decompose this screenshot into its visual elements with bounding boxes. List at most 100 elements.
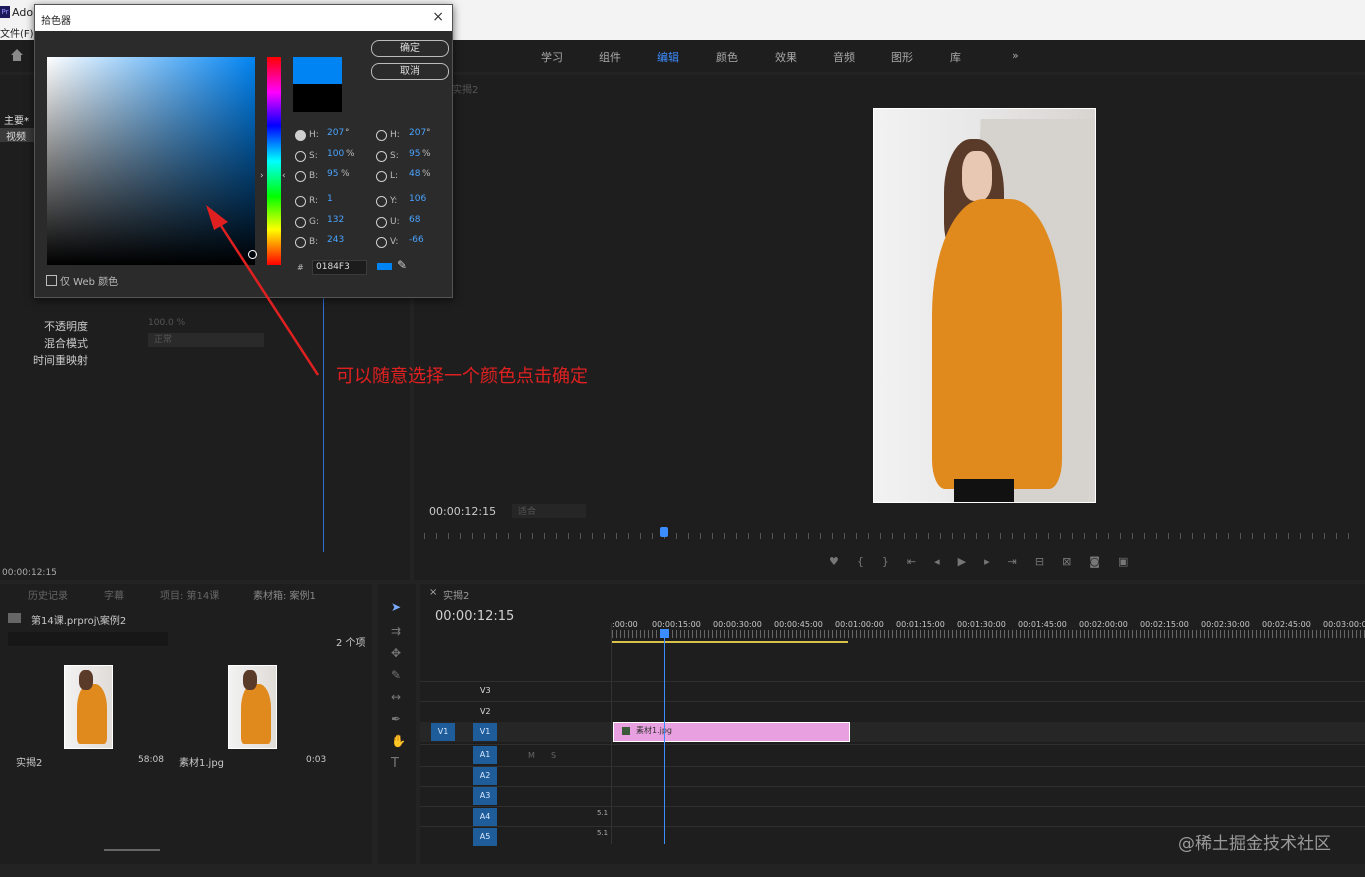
web-only-checkbox[interactable] — [46, 275, 57, 286]
rgb-b-input[interactable]: 243 — [327, 235, 344, 245]
rgb-r-radio[interactable] — [295, 196, 306, 207]
lift-icon[interactable]: ⊟ — [1035, 555, 1062, 568]
hsl-s-radio[interactable] — [376, 151, 387, 162]
tab-bin[interactable]: 素材箱: 案例1 — [253, 587, 316, 602]
blend-mode-select[interactable]: 正常 — [148, 333, 264, 347]
hue-slider-right-handle-icon[interactable]: ‹ — [282, 171, 286, 181]
hsl-s-input[interactable]: 95 — [409, 149, 420, 159]
rgb-g-radio[interactable] — [295, 217, 306, 228]
hue-slider[interactable] — [267, 57, 281, 265]
monitor-playhead[interactable] — [660, 527, 668, 537]
eyedropper-icon[interactable]: ✎ — [397, 258, 407, 272]
yuv-y-radio[interactable] — [376, 196, 387, 207]
mark-in-icon[interactable]: { — [857, 555, 882, 568]
sequence-thumbnail[interactable] — [64, 665, 113, 749]
workspace-more-button[interactable]: » — [1012, 49, 1019, 62]
hue-slider-left-handle-icon[interactable]: › — [260, 171, 264, 181]
track-v1-target[interactable]: V1 — [473, 723, 497, 741]
mute-button[interactable]: M — [528, 751, 535, 760]
track-a1-target[interactable]: A1 — [473, 746, 497, 764]
program-timecode[interactable]: 00:00:12:15 — [429, 505, 496, 518]
timeline-timecode[interactable]: 00:00:12:15 — [435, 609, 514, 624]
rgb-b-radio[interactable] — [295, 237, 306, 248]
home-icon[interactable] — [10, 48, 24, 62]
yuv-u-radio[interactable] — [376, 217, 387, 228]
timeline-clip[interactable]: 素材1.jpg — [613, 722, 850, 742]
rgb-r-input[interactable]: 1 — [327, 194, 333, 204]
bin-search-input[interactable] — [8, 632, 168, 646]
close-icon[interactable]: × — [429, 587, 437, 598]
play-icon[interactable]: ▶ — [958, 555, 984, 568]
go-to-in-icon[interactable]: ⇤ — [907, 555, 934, 568]
rgb-g-input[interactable]: 132 — [327, 215, 344, 225]
hsb-b-radio[interactable] — [295, 171, 306, 182]
close-icon[interactable]: × — [432, 9, 444, 25]
tab-video[interactable]: 视频 — [0, 128, 38, 143]
ripple-tool-icon[interactable]: ✥ — [391, 646, 401, 660]
tab-captions[interactable]: 字幕 — [104, 587, 124, 602]
workspace-tab-effects[interactable]: 效果 — [775, 49, 797, 65]
go-to-out-icon[interactable]: ⇥ — [1008, 555, 1035, 568]
hsb-s-input[interactable]: 100 — [327, 149, 344, 159]
tab-project[interactable]: 项目: 第14课 — [160, 587, 219, 602]
tab-history[interactable]: 历史记录 — [28, 587, 68, 602]
type-tool-icon[interactable]: T — [391, 756, 399, 771]
hsl-l-radio[interactable] — [376, 171, 387, 182]
yuv-u-input[interactable]: 68 — [409, 215, 420, 225]
saturation-brightness-field[interactable] — [47, 57, 255, 265]
timeline-playhead[interactable] — [664, 632, 665, 844]
menu-file[interactable]: 文件(F) — [0, 25, 34, 40]
track-a5-target[interactable]: A5 — [473, 828, 497, 846]
track-a2-target[interactable]: A2 — [473, 767, 497, 785]
hsb-s-radio[interactable] — [295, 151, 306, 162]
zoom-slider[interactable] — [104, 849, 160, 851]
clip-thumbnail[interactable] — [228, 665, 277, 749]
timeline-tab[interactable]: 实揭2 — [443, 587, 469, 602]
workspace-tab-graphics[interactable]: 图形 — [891, 49, 913, 65]
razor-tool-icon[interactable]: ✎ — [391, 668, 401, 682]
work-area-bar[interactable] — [612, 641, 848, 643]
workspace-tab-libraries[interactable]: 库 — [950, 49, 961, 65]
mark-out-icon[interactable]: } — [882, 555, 907, 568]
hsb-h-radio[interactable] — [295, 130, 306, 141]
tab-main[interactable]: 主要* — [4, 112, 29, 127]
hsl-h-radio[interactable] — [376, 130, 387, 141]
cancel-button[interactable]: 取消 — [371, 63, 449, 80]
timeline-ruler[interactable] — [612, 630, 1365, 638]
color-picker-titlebar[interactable]: 拾色器 × — [35, 5, 452, 31]
slip-tool-icon[interactable]: ↔ — [391, 690, 401, 704]
hand-tool-icon[interactable]: ✋ — [391, 734, 406, 748]
hsl-h-input[interactable]: 207 — [409, 128, 426, 138]
workspace-tab-color[interactable]: 颜色 — [716, 49, 738, 65]
step-back-icon[interactable]: ◂ — [934, 555, 958, 568]
step-forward-icon[interactable]: ▸ — [984, 555, 1008, 568]
compare-icon[interactable]: ▣ — [1118, 555, 1146, 568]
program-tab[interactable]: 实揭2 — [452, 81, 478, 96]
hex-input[interactable]: 0184F3 — [312, 260, 367, 275]
marker-icon[interactable]: ♥ — [829, 555, 857, 568]
workspace-tab-assembly[interactable]: 组件 — [599, 49, 621, 65]
yuv-v-input[interactable]: -66 — [409, 235, 424, 245]
selection-tool-icon[interactable]: ➤ — [391, 600, 401, 614]
solo-button[interactable]: S — [551, 751, 556, 760]
timeline-playhead-handle[interactable] — [660, 629, 669, 638]
pen-tool-icon[interactable]: ✒ — [391, 712, 401, 726]
hsl-l-input[interactable]: 48 — [409, 169, 420, 179]
hsb-h-input[interactable]: 207 — [327, 128, 344, 138]
fit-select[interactable]: 适合 — [512, 504, 586, 518]
color-field-cursor[interactable] — [248, 250, 257, 259]
item-name-clip[interactable]: 素材1.jpg — [179, 754, 224, 769]
workspace-tab-audio[interactable]: 音频 — [833, 49, 855, 65]
yuv-v-radio[interactable] — [376, 237, 387, 248]
track-select-tool-icon[interactable]: ⇉ — [391, 624, 401, 638]
extract-icon[interactable]: ⊠ — [1062, 555, 1089, 568]
hsb-b-input[interactable]: 95 — [327, 169, 338, 179]
track-a4-target[interactable]: A4 — [473, 808, 497, 826]
yuv-y-input[interactable]: 106 — [409, 194, 426, 204]
workspace-tab-editing[interactable]: 编辑 — [657, 49, 679, 65]
track-a3-target[interactable]: A3 — [473, 787, 497, 805]
export-frame-icon[interactable]: ◙ — [1089, 555, 1118, 568]
source-patch-v1[interactable]: V1 — [431, 723, 455, 741]
item-name-sequence[interactable]: 实揭2 — [16, 754, 42, 769]
opacity-value[interactable]: 100.0 % — [148, 318, 185, 328]
